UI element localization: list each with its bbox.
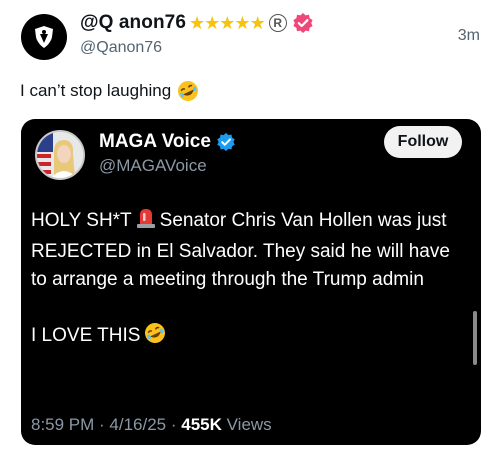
quoted-post-text: HOLY SH*T Senator Chris Van Hollen was ju…	[31, 207, 467, 353]
rolling-laughing-emoji-icon	[177, 80, 199, 102]
quoted-post-meta: 8:59 PM · 4/16/25 · 455K Views	[31, 415, 272, 434]
quoted-text-love: I LOVE THIS	[31, 325, 141, 346]
pink-verified-icon	[292, 12, 314, 34]
rolling-laughing-emoji-icon	[144, 322, 166, 353]
maga-voice-avatar[interactable]	[35, 130, 85, 180]
scrollbar[interactable]	[473, 311, 477, 365]
user-handle[interactable]: @Qanon76	[80, 39, 162, 57]
quoted-text-paragraph-2: I LOVE THIS	[31, 322, 467, 353]
siren-emoji-icon	[136, 207, 156, 238]
quoted-time[interactable]: 8:59 PM	[31, 415, 94, 434]
quoted-text-paragraph-1: HOLY SH*T Senator Chris Van Hollen was ju…	[31, 207, 467, 294]
quoted-post-card[interactable]: MAGA Voice @MAGAVoice Follow HOLY SH*T Se…	[21, 119, 481, 445]
display-name[interactable]: @Q anon76	[80, 12, 186, 34]
post-text-content: I can’t stop laughing	[20, 81, 172, 100]
follow-button[interactable]: Follow	[384, 126, 462, 158]
star-badges: ★★★★★	[189, 12, 266, 33]
post-header: @Q anon76 ★★★★★ R	[80, 10, 314, 36]
quoted-display-name[interactable]: MAGA Voice	[99, 131, 211, 153]
quoted-text-start: HOLY SH*T	[31, 210, 132, 231]
quoted-date[interactable]: 4/16/25	[109, 415, 166, 434]
post-text: I can’t stop laughing	[20, 80, 199, 102]
quoted-display-name-row: MAGA Voice	[99, 131, 236, 153]
quoted-handle[interactable]: @MAGAVoice	[99, 156, 207, 176]
outer-avatar[interactable]	[21, 14, 67, 60]
qanon-shield-icon	[35, 26, 53, 48]
views-label: Views	[226, 415, 272, 434]
registered-mark-icon: R	[268, 14, 287, 32]
views-count: 455K	[181, 415, 222, 434]
post-timestamp[interactable]: 3m	[458, 27, 480, 45]
blue-verified-icon	[216, 132, 236, 152]
